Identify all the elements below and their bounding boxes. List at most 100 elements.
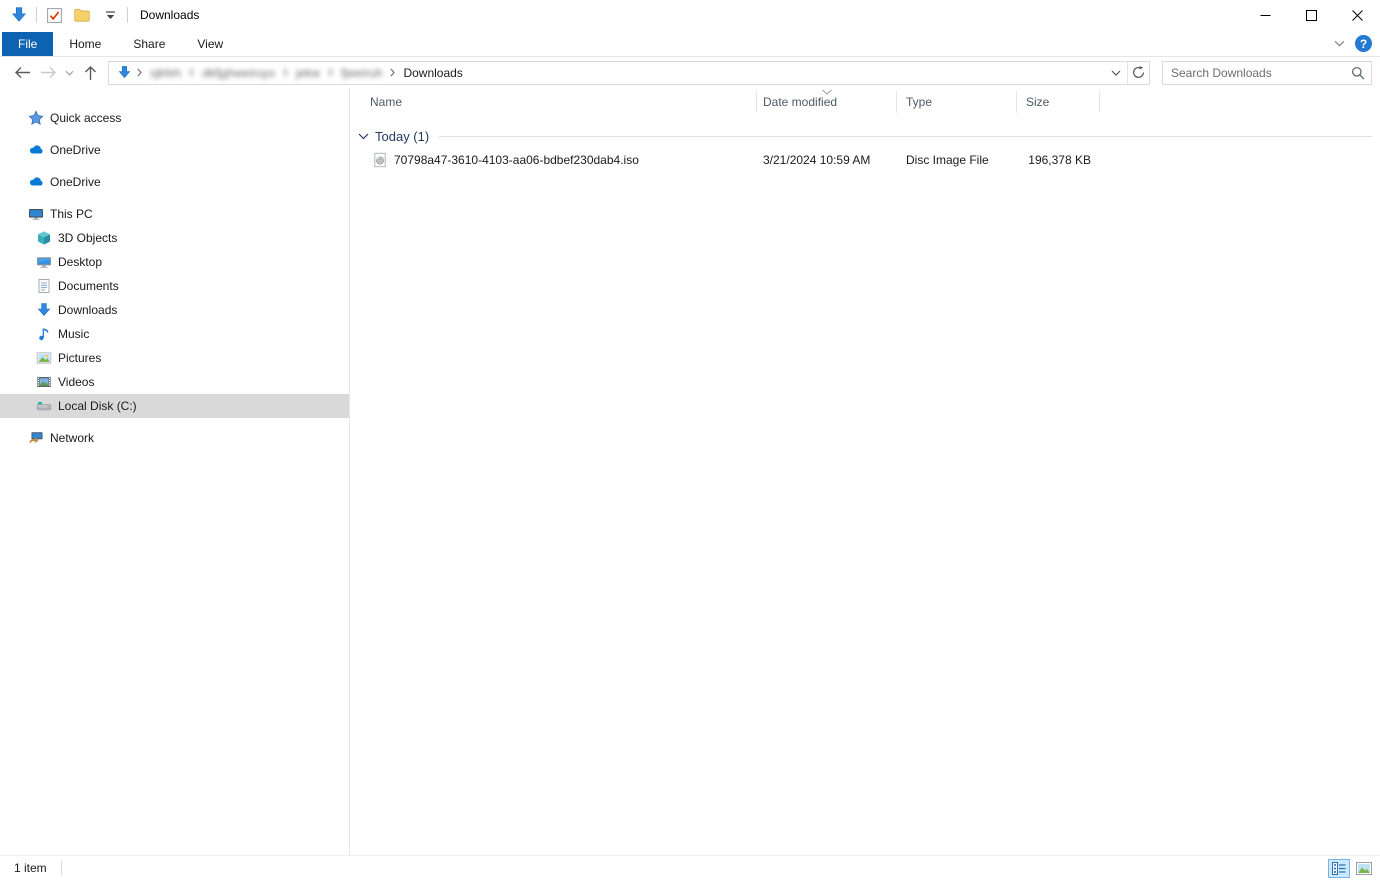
sidebar-item-local-disk-c[interactable]: Local Disk (C:) xyxy=(0,394,349,418)
close-icon xyxy=(1352,10,1363,21)
file-explorer-window: Downloads File Home Share View ? xyxy=(0,0,1380,880)
sidebar-item-desktop[interactable]: Desktop xyxy=(0,250,349,274)
new-folder-button[interactable] xyxy=(71,4,93,26)
maximize-icon xyxy=(1306,10,1317,21)
toolbar-separator xyxy=(127,7,128,23)
breadcrumb-chevron-icon xyxy=(281,68,290,77)
sidebar-item-pictures[interactable]: Pictures xyxy=(0,346,349,370)
sidebar-item-music[interactable]: Music xyxy=(0,322,349,346)
file-list-pane: Name Date modified Type Size xyxy=(350,88,1380,855)
forward-button[interactable] xyxy=(36,61,60,85)
customize-dropdown-icon xyxy=(105,11,116,20)
computer-icon xyxy=(28,206,44,222)
column-header-date-modified[interactable]: Date modified xyxy=(757,91,897,113)
breadcrumb-segment-downloads[interactable]: Downloads xyxy=(397,62,468,84)
download-arrow-icon xyxy=(10,6,28,24)
sidebar-item-documents[interactable]: Documents xyxy=(0,274,349,298)
film-icon xyxy=(36,374,52,390)
breadcrumb-segment-redacted[interactable]: dkfjghweiruys xyxy=(196,62,281,84)
breadcrumb: sjkfeh dkfjghweiruys jekw fjweiruh Downl… xyxy=(109,62,1105,84)
file-name-cell: 70798a47-3610-4103-aa06-bdbef230dab4.iso xyxy=(350,148,757,172)
expand-ribbon-button[interactable] xyxy=(1334,40,1345,47)
sidebar-item-label: Downloads xyxy=(58,303,117,317)
star-icon xyxy=(28,110,44,126)
breadcrumb-segment-redacted[interactable]: sjkfeh xyxy=(144,62,187,84)
sidebar-item-videos[interactable]: Videos xyxy=(0,370,349,394)
breadcrumb-chevron-icon[interactable] xyxy=(388,68,397,77)
close-button[interactable] xyxy=(1334,0,1380,30)
tab-file[interactable]: File xyxy=(2,32,53,56)
cloud-icon xyxy=(28,142,44,158)
tab-view[interactable]: View xyxy=(181,32,239,56)
group-header-label: Today (1) xyxy=(375,129,429,144)
recent-locations-button[interactable] xyxy=(62,61,76,85)
sidebar-item-label: This PC xyxy=(50,207,93,221)
back-arrow-icon xyxy=(14,66,31,79)
tab-home[interactable]: Home xyxy=(53,32,117,56)
details-view-button[interactable] xyxy=(1328,859,1350,878)
up-button[interactable] xyxy=(78,61,102,85)
document-icon xyxy=(36,278,52,294)
sidebar-item-downloads[interactable]: Downloads xyxy=(0,298,349,322)
download-arrow-icon xyxy=(36,302,52,318)
search-input[interactable] xyxy=(1163,66,1345,80)
breadcrumb-chevron-icon xyxy=(326,68,335,77)
item-count: 1 item xyxy=(14,861,47,875)
minimize-button[interactable] xyxy=(1242,0,1288,30)
breadcrumb-chevron-icon[interactable] xyxy=(135,68,144,77)
hard-drive-icon xyxy=(36,398,52,414)
desktop-icon xyxy=(36,254,52,270)
group-header-line xyxy=(439,136,1372,137)
help-icon: ? xyxy=(1360,37,1367,51)
window-title: Downloads xyxy=(140,8,199,22)
file-row[interactable]: 70798a47-3610-4103-aa06-bdbef230dab4.iso… xyxy=(350,148,1380,172)
search-icon xyxy=(1351,66,1365,80)
download-arrow-icon xyxy=(117,65,132,80)
sidebar-item-label: OneDrive xyxy=(50,175,101,189)
tab-share[interactable]: Share xyxy=(117,32,181,56)
back-button[interactable] xyxy=(10,61,34,85)
maximize-button[interactable] xyxy=(1288,0,1334,30)
cloud-icon xyxy=(28,174,44,190)
ribbon-tab-row: File Home Share View ? xyxy=(0,30,1380,57)
sidebar-item-label: Pictures xyxy=(58,351,101,365)
address-bar[interactable]: sjkfeh dkfjghweiruys jekw fjweiruh Downl… xyxy=(108,61,1150,85)
sidebar-item-label: OneDrive xyxy=(50,143,101,157)
column-header-name[interactable]: Name xyxy=(350,91,757,113)
sidebar-item-label: Documents xyxy=(58,279,119,293)
downloads-location-icon[interactable] xyxy=(113,65,135,80)
file-name: 70798a47-3610-4103-aa06-bdbef230dab4.iso xyxy=(394,153,639,167)
up-arrow-icon xyxy=(84,65,97,81)
collapse-group-chevron-icon[interactable] xyxy=(358,133,369,140)
chevron-down-icon xyxy=(1111,70,1121,76)
address-history-dropdown-button[interactable] xyxy=(1105,62,1127,84)
help-button[interactable]: ? xyxy=(1355,35,1372,52)
group-header-today[interactable]: Today (1) xyxy=(350,124,1380,148)
disc-image-file-icon xyxy=(372,152,388,168)
minimize-icon xyxy=(1260,10,1271,21)
sidebar-item-label: Videos xyxy=(58,375,94,389)
sidebar-item-onedrive-2[interactable]: OneDrive xyxy=(0,170,349,194)
properties-button[interactable] xyxy=(43,4,65,26)
search-button[interactable] xyxy=(1345,66,1371,80)
sidebar-item-quick-access[interactable]: Quick access xyxy=(0,106,349,130)
toolbar-separator xyxy=(36,7,37,23)
status-bar: 1 item xyxy=(0,855,1380,880)
breadcrumb-segment-redacted[interactable]: jekw xyxy=(290,62,326,84)
refresh-button[interactable] xyxy=(1127,62,1149,84)
column-header-size[interactable]: Size xyxy=(1017,91,1100,113)
sidebar-item-network[interactable]: Network xyxy=(0,426,349,450)
music-note-icon xyxy=(36,326,52,342)
breadcrumb-segment-redacted[interactable]: fjweiruh xyxy=(335,62,388,84)
column-header-type[interactable]: Type xyxy=(897,91,1017,113)
sidebar-item-label: Desktop xyxy=(58,255,102,269)
status-separator xyxy=(61,861,62,875)
search-box xyxy=(1162,61,1372,85)
sidebar-item-onedrive-1[interactable]: OneDrive xyxy=(0,138,349,162)
sidebar-item-3d-objects[interactable]: 3D Objects xyxy=(0,226,349,250)
network-icon xyxy=(28,430,44,446)
sidebar-item-label: 3D Objects xyxy=(58,231,117,245)
sidebar-item-this-pc[interactable]: This PC xyxy=(0,202,349,226)
customize-quick-access-button[interactable] xyxy=(99,4,121,26)
large-icons-view-button[interactable] xyxy=(1353,859,1375,878)
